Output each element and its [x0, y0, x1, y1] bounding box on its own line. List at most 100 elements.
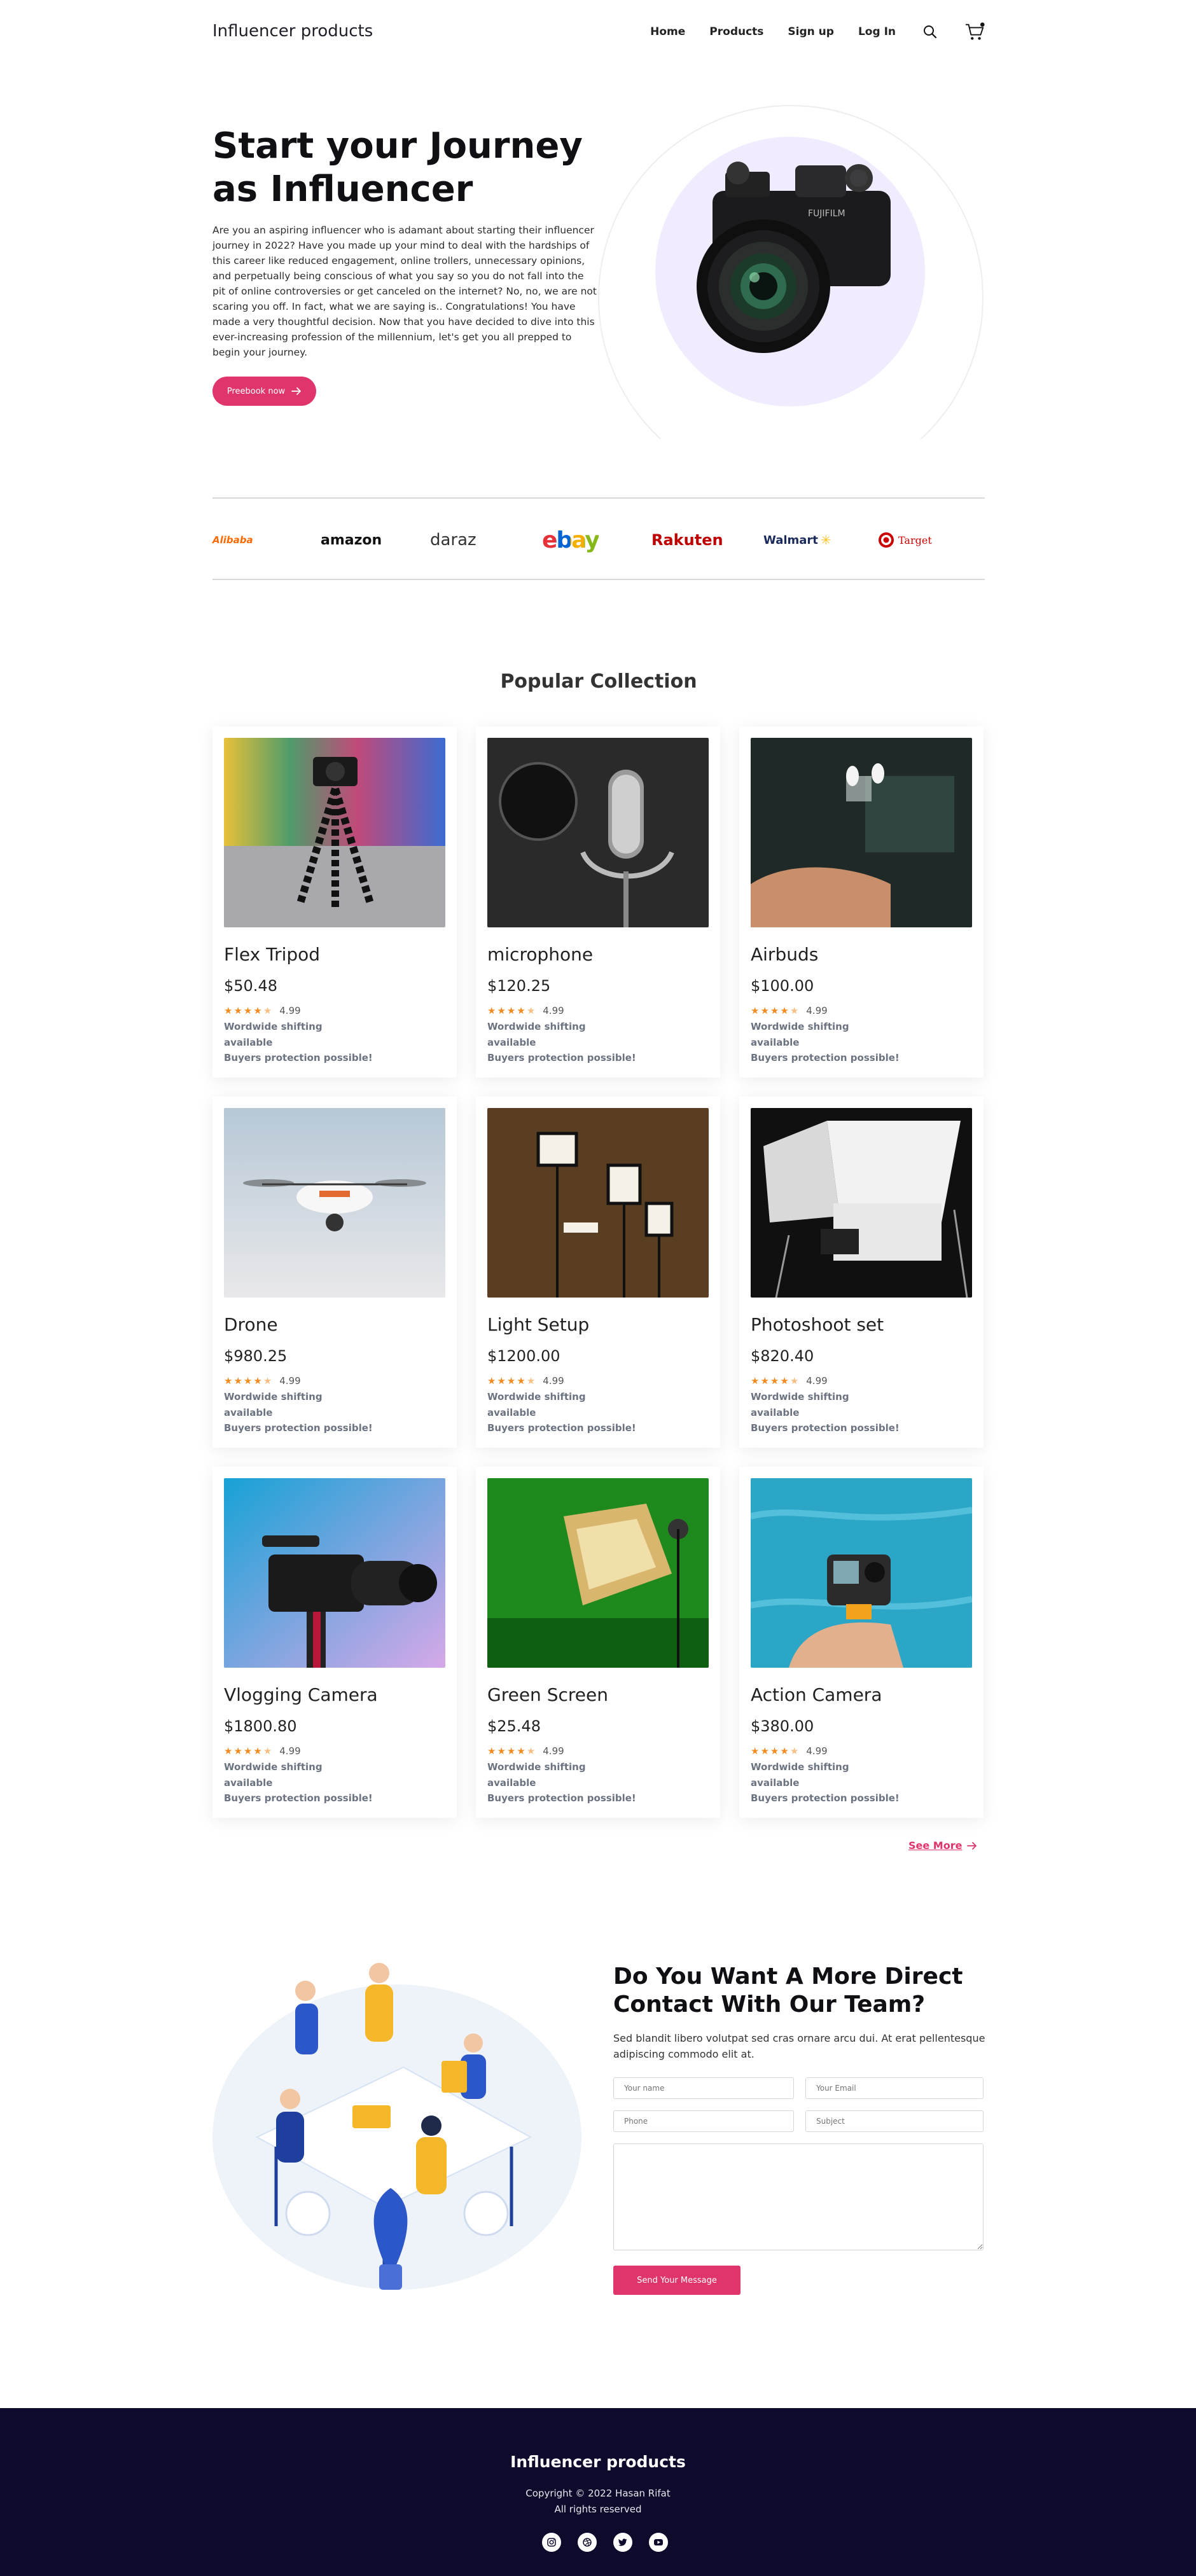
brand-logo-walmart[interactable]: Walmart ✳ [763, 524, 831, 556]
email-field[interactable] [805, 2077, 984, 2099]
product-card[interactable]: Vlogging Camera $1800.80 ★ ★ ★ ★ ★ 4.99 Wordwide… [212, 1467, 457, 1818]
protection-note: Buyers protection possible! [224, 1052, 373, 1063]
product-price: $100.00 [751, 977, 814, 995]
hero-title: Start your Journey as Influencer [212, 125, 583, 210]
subject-field[interactable] [805, 2110, 984, 2132]
name-field[interactable] [613, 2077, 794, 2099]
product-image[interactable] [224, 738, 445, 927]
product-image[interactable] [487, 1478, 709, 1668]
product-rating: ★ ★ ★ ★ ★ 4.99 [224, 1375, 301, 1387]
star-icon: ★ [233, 1745, 242, 1757]
top-nav: Influencer products Home Products Sign u… [212, 19, 985, 45]
nav-link-products[interactable]: Products [709, 25, 763, 38]
product-price: $50.48 [224, 977, 277, 995]
product-name[interactable]: Green Screen [487, 1684, 608, 1705]
star-icon: ★ [487, 1375, 496, 1387]
youtube-icon[interactable] [649, 2533, 668, 2552]
star-icon: ★ [780, 1375, 789, 1387]
product-card[interactable]: Flex Tripod $50.48 ★ ★ ★ ★ ★ 4.99 Wordwide shift… [212, 726, 457, 1077]
product-name[interactable]: Action Camera [751, 1684, 882, 1705]
twitter-icon[interactable] [613, 2533, 632, 2552]
product-image[interactable] [751, 738, 972, 927]
product-card[interactable]: Photoshoot set $820.40 ★ ★ ★ ★ ★ 4.99 Wordwide s… [739, 1097, 984, 1448]
star-icon: ★ [224, 1004, 233, 1016]
star-icon: ★ [487, 1004, 496, 1016]
product-name[interactable]: microphone [487, 944, 593, 965]
shipping-note: Wordwide shifting available [751, 1391, 849, 1418]
product-rating: ★ ★ ★ ★ ★ 4.99 [487, 1005, 564, 1016]
product-image[interactable] [224, 1108, 445, 1298]
protection-note: Buyers protection possible! [751, 1052, 900, 1063]
nav-link-login[interactable]: Log In [858, 25, 896, 38]
arrow-right-icon [291, 387, 302, 395]
brand-strip: Alibaba amazon daraz ebay Rakuten Walmar… [212, 497, 985, 580]
product-image[interactable] [487, 738, 709, 927]
brand-logo-target[interactable]: Target [878, 524, 932, 556]
product-card[interactable]: Drone $980.25 ★ ★ ★ ★ ★ 4.99 Wordwide shifting a… [212, 1097, 457, 1448]
cart-icon[interactable] [964, 22, 985, 42]
product-name[interactable]: Photoshoot set [751, 1314, 884, 1335]
dribbble-icon[interactable] [578, 2533, 597, 2552]
product-card[interactable]: Action Camera $380.00 ★ ★ ★ ★ ★ 4.99 Wordwide sh… [739, 1467, 984, 1818]
protection-note: Buyers protection possible! [751, 1792, 900, 1804]
product-name[interactable]: Drone [224, 1314, 278, 1335]
phone-field[interactable] [613, 2110, 794, 2132]
product-name[interactable]: Vlogging Camera [224, 1684, 378, 1705]
footer: Influencer products Copyright © 2022 Has… [0, 2408, 1196, 2576]
rating-value: 4.99 [279, 1005, 301, 1016]
product-image[interactable] [224, 1478, 445, 1668]
instagram-icon[interactable] [542, 2533, 561, 2552]
product-image[interactable] [751, 1108, 972, 1298]
shipping-note: Wordwide shifting available [487, 1761, 586, 1789]
rating-value: 4.99 [543, 1005, 564, 1016]
nav-link-signup[interactable]: Sign up [788, 25, 834, 38]
search-icon[interactable] [920, 22, 940, 42]
product-image[interactable] [487, 1108, 709, 1298]
footer-brand: Influencer products [510, 2453, 686, 2471]
footer-copyright: Copyright © 2022 Hasan Rifat All rights … [0, 2486, 1196, 2517]
star-icon: ★ [224, 1745, 233, 1757]
product-price: $25.48 [487, 1717, 541, 1735]
product-image[interactable] [751, 1478, 972, 1668]
protection-note: Buyers protection possible! [487, 1422, 636, 1434]
brand-logo-amazon[interactable]: amazon [321, 524, 382, 556]
brand-logo-ebay[interactable]: ebay [542, 524, 600, 556]
protection-note: Buyers protection possible! [487, 1792, 636, 1804]
target-bullseye-icon [879, 532, 894, 548]
product-card[interactable]: Green Screen $25.48 ★ ★ ★ ★ ★ 4.99 Wordwide shif… [476, 1467, 720, 1818]
shipping-note: Wordwide shifting available [224, 1021, 323, 1048]
product-name[interactable]: Airbuds [751, 944, 818, 965]
product-name[interactable]: Flex Tripod [224, 944, 320, 965]
contact-text: Sed blandit libero volutpat sed cras orn… [613, 2032, 985, 2060]
brand-logo-rakuten[interactable]: Rakuten [651, 524, 723, 556]
social-links [542, 2533, 668, 2552]
team-meeting-illustration [212, 1963, 581, 2290]
see-more-link[interactable]: See More [908, 1839, 977, 1852]
brand-logo-text: Walmart [763, 533, 818, 547]
nav-link-home[interactable]: Home [650, 25, 685, 38]
product-price: $1800.80 [224, 1717, 297, 1735]
star-icon: ★ [243, 1745, 253, 1757]
shipping-note: Wordwide shifting available [751, 1021, 849, 1048]
product-card[interactable]: Light Setup $1200.00 ★ ★ ★ ★ ★ 4.99 Wordwide shi… [476, 1097, 720, 1448]
brand-logo-text: ebay [542, 527, 600, 553]
brand-logo-daraz[interactable]: daraz [430, 524, 476, 556]
send-message-button[interactable]: Send Your Message [613, 2266, 741, 2295]
shipping-note: Wordwide shifting available [487, 1391, 586, 1418]
star-half-icon: ★ [789, 1745, 799, 1757]
message-textarea[interactable] [613, 2143, 984, 2250]
star-icon: ★ [497, 1745, 506, 1757]
product-rating: ★ ★ ★ ★ ★ 4.99 [751, 1005, 828, 1016]
product-card[interactable]: microphone $120.25 ★ ★ ★ ★ ★ 4.99 Wordwide shift… [476, 726, 720, 1077]
product-price: $1200.00 [487, 1347, 560, 1365]
product-card[interactable]: Airbuds $100.00 ★ ★ ★ ★ ★ 4.99 Wordwide shifting… [739, 726, 984, 1077]
prebook-button[interactable]: Preebook now [212, 377, 316, 406]
product-name[interactable]: Light Setup [487, 1314, 589, 1335]
copyright-text: Copyright © 2022 Hasan Rifat [525, 2488, 671, 2499]
brand-logo-text: daraz [430, 530, 476, 550]
site-brand[interactable]: Influencer products [212, 22, 373, 41]
svg-text:FUJIFILM: FUJIFILM [808, 209, 845, 219]
star-icon: ★ [233, 1375, 242, 1387]
star-half-icon: ★ [789, 1004, 799, 1016]
brand-logo-alibaba[interactable]: Alibaba [212, 524, 253, 556]
